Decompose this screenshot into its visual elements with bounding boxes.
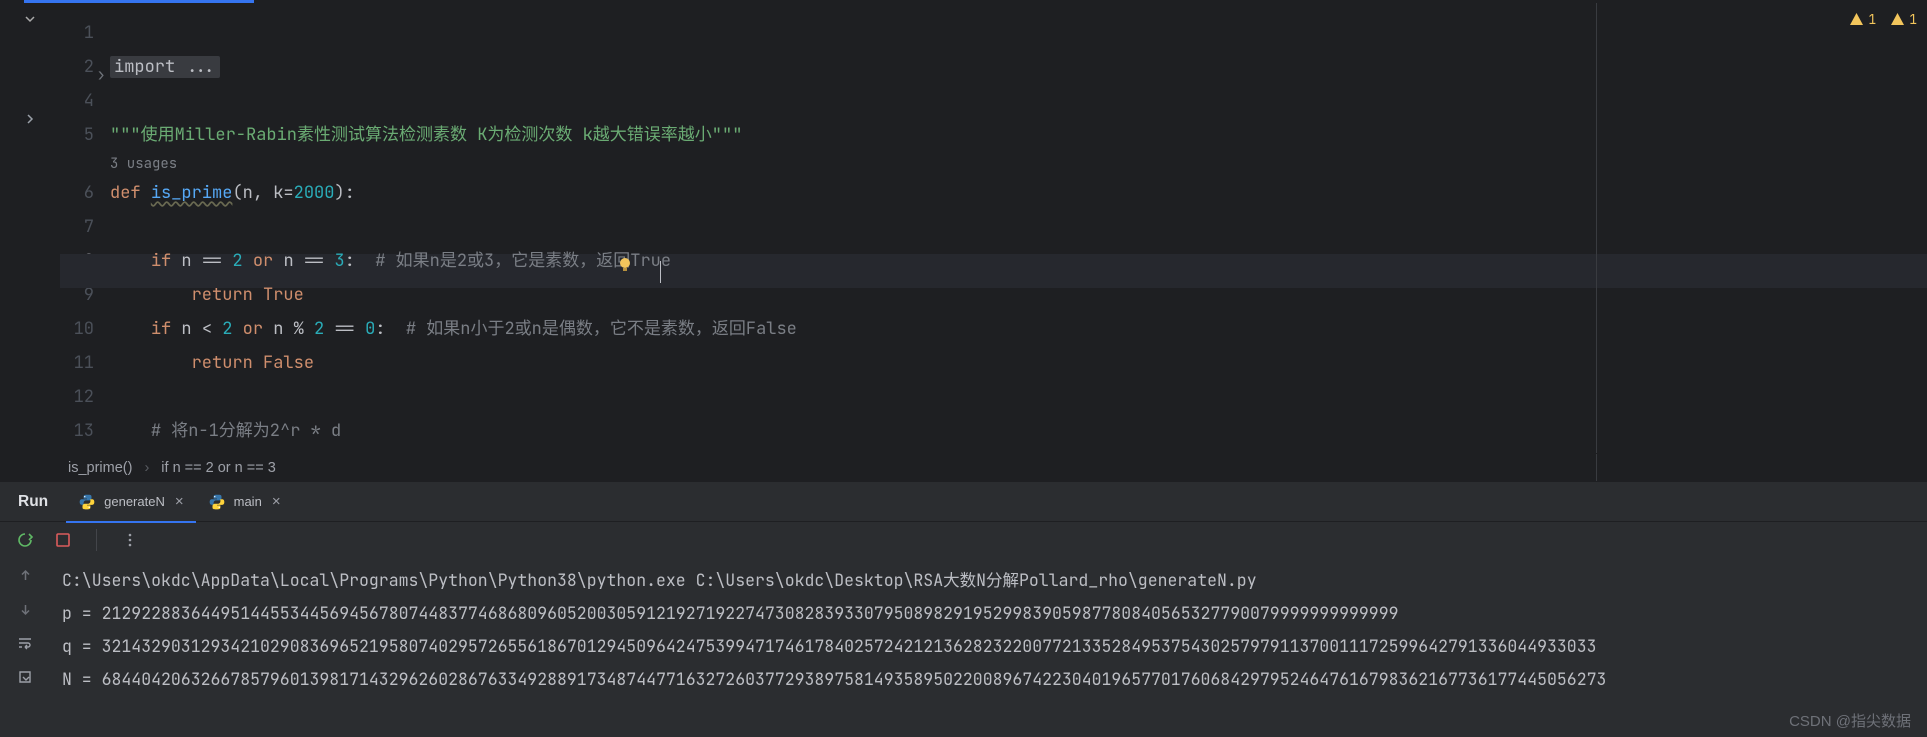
code-text: n == [283, 250, 334, 272]
breadcrumb-item[interactable]: if n == 2 or n == 3 [161, 460, 275, 476]
line-number: 7 [60, 210, 94, 244]
number-literal: 2 [222, 318, 232, 340]
run-panel-header: Run generateN × main × [0, 482, 1927, 522]
close-icon[interactable]: × [175, 493, 184, 510]
stop-icon[interactable] [54, 531, 72, 549]
code-line[interactable]: ›import ... [110, 50, 1927, 84]
toolbar-separator [96, 529, 97, 551]
intention-bulb-icon[interactable] [615, 255, 635, 275]
run-tab-generateN[interactable]: generateN × [66, 482, 195, 522]
function-name: is_prime [151, 182, 233, 204]
chevron-down-icon[interactable] [20, 9, 40, 29]
keyword-true: True [263, 284, 304, 306]
keyword-return: return [192, 284, 263, 306]
number-literal: 3 [334, 250, 344, 272]
warning-icon [1849, 12, 1864, 27]
keyword-if: if [151, 250, 171, 272]
console-line: q = 321432903129342102908369652195807402… [62, 630, 1915, 663]
scroll-to-end-icon[interactable] [16, 668, 34, 686]
code-line[interactable]: def is_prime(n, k=2000): [110, 176, 1927, 210]
python-icon [78, 493, 96, 511]
code-line[interactable] [110, 210, 1927, 244]
watermark: CSDN @指尖数据 [1789, 710, 1911, 731]
keyword-def: def [110, 182, 151, 204]
code-line[interactable]: if n < 2 or n % 2 == 0: # 如果n小于2或n是偶数，它不… [110, 312, 1927, 346]
chevron-right-icon[interactable] [20, 109, 40, 129]
keyword-or: or [243, 250, 284, 272]
line-number: 6 [60, 176, 94, 210]
keyword-false: False [263, 352, 314, 374]
code-lines[interactable]: ›import ... """使用Miller-Rabin素性测试算法检测素数 … [110, 3, 1927, 483]
code-line[interactable]: return True [110, 278, 1927, 312]
left-gutter [0, 3, 60, 483]
code-editor[interactable]: 1 2 4 5 6 7 8 9 10 11 12 13 ›import ... … [60, 3, 1927, 483]
code-text: n % [273, 318, 314, 340]
up-arrow-icon[interactable] [16, 566, 34, 584]
warning-icon [1890, 12, 1905, 27]
python-icon [208, 493, 226, 511]
code-line[interactable] [110, 84, 1927, 118]
console-output[interactable]: C:\Users\okdc\AppData\Local\Programs\Pyt… [50, 558, 1927, 737]
code-text: == [324, 318, 365, 340]
docstring: """使用Miller-Rabin素性测试算法检测素数 K为检测次数 k越大错误… [110, 124, 742, 146]
breadcrumb-item[interactable]: is_prime() [68, 460, 132, 476]
inspection-widget[interactable]: 1 1 [1849, 11, 1917, 28]
fold-arrow-icon[interactable]: › [96, 58, 106, 92]
folded-import[interactable]: import ... [110, 56, 220, 78]
console-line: p = 212922883644951445534456945678074483… [62, 597, 1915, 630]
line-number: 1 [60, 16, 94, 50]
console-line: C:\Users\okdc\AppData\Local\Programs\Pyt… [62, 564, 1915, 597]
usages-hint[interactable]: 3 usages [110, 152, 1927, 176]
run-tool-label[interactable]: Run [0, 493, 66, 511]
breadcrumb-separator: › [144, 460, 149, 476]
run-tab-label: main [234, 494, 262, 509]
code-line[interactable]: if n == 2 or n == 3: # 如果n是2或3，它是素数，返回Tr… [110, 244, 1927, 278]
code-line[interactable]: """使用Miller-Rabin素性测试算法检测素数 K为检测次数 k越大错误… [110, 118, 1927, 152]
close-icon[interactable]: × [272, 493, 281, 510]
keyword-or: or [232, 318, 273, 340]
keyword-if: if [151, 318, 171, 340]
breadcrumb[interactable]: is_prime() › if n == 2 or n == 3 [60, 453, 1927, 481]
run-body: C:\Users\okdc\AppData\Local\Programs\Pyt… [0, 558, 1927, 737]
number-literal: 2000 [294, 182, 335, 204]
warning-count: 1 [1909, 11, 1917, 28]
line-number: 2 [60, 50, 94, 84]
run-toolbar [0, 522, 1927, 558]
run-panel: Run generateN × main × [0, 481, 1927, 737]
line-number: 12 [60, 380, 94, 414]
run-tab-main[interactable]: main × [196, 482, 293, 522]
comment: # 如果n小于2或n是偶数，它不是素数，返回False [385, 318, 796, 340]
code-line[interactable] [110, 16, 1927, 50]
text-cursor [660, 261, 661, 283]
line-number: 13 [60, 414, 94, 448]
down-arrow-icon[interactable] [16, 600, 34, 618]
warning-count: 1 [1868, 11, 1876, 28]
rerun-icon[interactable] [16, 531, 34, 549]
line-number: 5 [60, 118, 94, 152]
code-line[interactable]: return False [110, 346, 1927, 380]
line-number: 11 [60, 346, 94, 380]
colon: : [375, 318, 385, 340]
number-literal: 2 [232, 250, 242, 272]
colon: : [345, 250, 355, 272]
line-number: 10 [60, 312, 94, 346]
number-literal: 2 [314, 318, 324, 340]
number-literal: 0 [365, 318, 375, 340]
params: (n, k= [232, 182, 293, 204]
code-text: n == [171, 250, 232, 272]
code-line[interactable]: # 将n-1分解为2^r * d [110, 414, 1927, 448]
line-number: 4 [60, 84, 94, 118]
params-close: ): [334, 182, 354, 204]
run-side-toolbar [0, 558, 50, 737]
code-text: n < [171, 318, 222, 340]
comment: # 将n-1分解为2^r * d [151, 420, 341, 442]
soft-wrap-icon[interactable] [16, 634, 34, 652]
editor-area: 1 2 4 5 6 7 8 9 10 11 12 13 ›import ... … [0, 3, 1927, 483]
code-line[interactable] [110, 380, 1927, 414]
run-tab-label: generateN [104, 494, 165, 509]
more-icon[interactable] [121, 531, 139, 549]
console-line: N = 684404206326678579601398171432962602… [62, 663, 1915, 696]
keyword-return: return [192, 352, 263, 374]
